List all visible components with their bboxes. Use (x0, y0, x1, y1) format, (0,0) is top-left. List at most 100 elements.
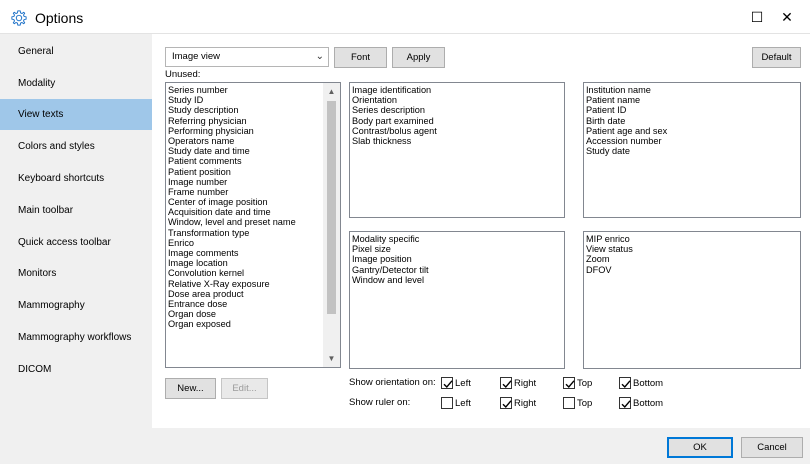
checkbox-box (500, 397, 512, 409)
chevron-down-icon: ⌄ (315, 51, 324, 62)
list-item[interactable]: Patient age and sex (586, 126, 667, 136)
ruler-left-checkbox[interactable]: Left (441, 397, 501, 410)
sidebar: General Modality View texts Colors and s… (0, 34, 152, 428)
new-button[interactable]: New... (165, 378, 216, 399)
bottom-right-list[interactable]: MIP enrico View status Zoom DFOV (583, 231, 801, 369)
checkbox-box (441, 397, 453, 409)
list-item[interactable]: Patient name (586, 95, 667, 105)
unused-list-items: Series number Study ID Study description… (168, 85, 296, 330)
list-item[interactable]: Birth date (586, 116, 667, 126)
checkbox-box (619, 377, 631, 389)
list-item[interactable]: Image location (168, 258, 296, 268)
list-item[interactable]: Modality specific (352, 234, 429, 244)
checkbox-box (441, 377, 453, 389)
list-item[interactable]: Operators name (168, 136, 296, 146)
list-item[interactable]: Slab thickness (352, 136, 437, 146)
list-item[interactable]: Series description (352, 105, 437, 115)
sidebar-item-keyboard-shortcuts[interactable]: Keyboard shortcuts (0, 163, 152, 194)
list-item[interactable]: Image number (168, 177, 296, 187)
sidebar-item-modality[interactable]: Modality (0, 68, 152, 99)
list-item[interactable]: Entrance dose (168, 299, 296, 309)
view-type-select[interactable]: Image view ⌄ (165, 47, 329, 67)
list-item[interactable]: Zoom (586, 254, 633, 264)
sidebar-item-general[interactable]: General (0, 36, 152, 67)
checkbox-box (563, 377, 575, 389)
sidebar-item-dicom[interactable]: DICOM (0, 354, 152, 385)
list-item[interactable]: Patient ID (586, 105, 667, 115)
view-type-select-value: Image view (172, 51, 221, 62)
list-item[interactable]: Orientation (352, 95, 437, 105)
cancel-button[interactable]: Cancel (741, 437, 803, 458)
list-item[interactable]: Organ exposed (168, 319, 296, 329)
list-item[interactable]: Convolution kernel (168, 268, 296, 278)
list-item[interactable]: Window and level (352, 275, 429, 285)
list-item[interactable]: Window, level and preset name (168, 217, 296, 227)
list-item[interactable]: Study date and time (168, 146, 296, 156)
list-item[interactable]: MIP enrico (586, 234, 633, 244)
list-item[interactable]: Body part examined (352, 116, 437, 126)
list-item[interactable]: Center of image position (168, 197, 296, 207)
list-item[interactable]: Organ dose (168, 309, 296, 319)
sidebar-item-mammography-workflows[interactable]: Mammography workflows (0, 322, 152, 353)
font-button[interactable]: Font (334, 47, 387, 68)
list-item[interactable]: Dose area product (168, 289, 296, 299)
apply-button[interactable]: Apply (392, 47, 445, 68)
list-item[interactable]: Enrico (168, 238, 296, 248)
list-item[interactable]: Study description (168, 105, 296, 115)
scrollbar-thumb[interactable] (327, 101, 336, 314)
list-item[interactable]: Series number (168, 85, 296, 95)
list-item[interactable]: Accession number (586, 136, 667, 146)
edit-button: Edit... (221, 378, 268, 399)
show-ruler-label: Show ruler on: (349, 397, 411, 408)
scroll-up-icon[interactable]: ▲ (323, 83, 340, 100)
list-item[interactable]: Image comments (168, 248, 296, 258)
sidebar-item-mammography[interactable]: Mammography (0, 290, 152, 321)
sidebar-item-monitors[interactable]: Monitors (0, 258, 152, 289)
bottom-left-list[interactable]: Modality specific Pixel size Image posit… (349, 231, 565, 369)
default-button[interactable]: Default (752, 47, 801, 68)
sidebar-item-colors-and-styles[interactable]: Colors and styles (0, 131, 152, 162)
scroll-down-icon[interactable]: ▼ (323, 350, 340, 367)
checkbox-box (563, 397, 575, 409)
list-item[interactable]: Study ID (168, 95, 296, 105)
list-item[interactable]: Gantry/Detector tilt (352, 265, 429, 275)
unused-list[interactable]: Series number Study ID Study description… (165, 82, 341, 368)
close-button[interactable]: ✕ (772, 4, 802, 30)
ruler-top-checkbox[interactable]: Top (563, 397, 613, 410)
list-item[interactable]: Image position (352, 254, 429, 264)
show-orientation-label: Show orientation on: (349, 377, 436, 388)
list-item[interactable]: Image identification (352, 85, 437, 95)
orientation-top-checkbox[interactable]: Top (563, 377, 613, 390)
dialog-footer: OK Cancel (0, 428, 810, 464)
list-item[interactable]: Acquisition date and time (168, 207, 296, 217)
ruler-right-checkbox[interactable]: Right (500, 397, 560, 410)
list-item[interactable]: Performing physician (168, 126, 296, 136)
list-item[interactable]: Institution name (586, 85, 667, 95)
list-item[interactable]: Frame number (168, 187, 296, 197)
list-item[interactable]: Patient comments (168, 156, 296, 166)
list-item[interactable]: DFOV (586, 265, 633, 275)
maximize-button[interactable]: ☐ (742, 4, 772, 30)
list-item[interactable]: View status (586, 244, 633, 254)
ruler-bottom-checkbox[interactable]: Bottom (619, 397, 679, 410)
checkbox-box (619, 397, 631, 409)
sidebar-item-main-toolbar[interactable]: Main toolbar (0, 195, 152, 226)
list-item[interactable]: Patient position (168, 167, 296, 177)
list-item[interactable]: Referring physician (168, 116, 296, 126)
ok-button[interactable]: OK (667, 437, 733, 458)
top-right-list[interactable]: Institution name Patient name Patient ID… (583, 82, 801, 218)
unused-list-scrollbar[interactable]: ▲ ▼ (323, 83, 340, 367)
top-left-list[interactable]: Image identification Orientation Series … (349, 82, 565, 218)
list-item[interactable]: Study date (586, 146, 667, 156)
checkbox-box (500, 377, 512, 389)
gear-icon (11, 10, 27, 26)
orientation-right-checkbox[interactable]: Right (500, 377, 560, 390)
sidebar-item-quick-access-toolbar[interactable]: Quick access toolbar (0, 227, 152, 258)
list-item[interactable]: Relative X-Ray exposure (168, 279, 296, 289)
orientation-bottom-checkbox[interactable]: Bottom (619, 377, 679, 390)
orientation-left-checkbox[interactable]: Left (441, 377, 501, 390)
list-item[interactable]: Transformation type (168, 228, 296, 238)
list-item[interactable]: Pixel size (352, 244, 429, 254)
sidebar-item-view-texts[interactable]: View texts (0, 99, 152, 130)
list-item[interactable]: Contrast/bolus agent (352, 126, 437, 136)
